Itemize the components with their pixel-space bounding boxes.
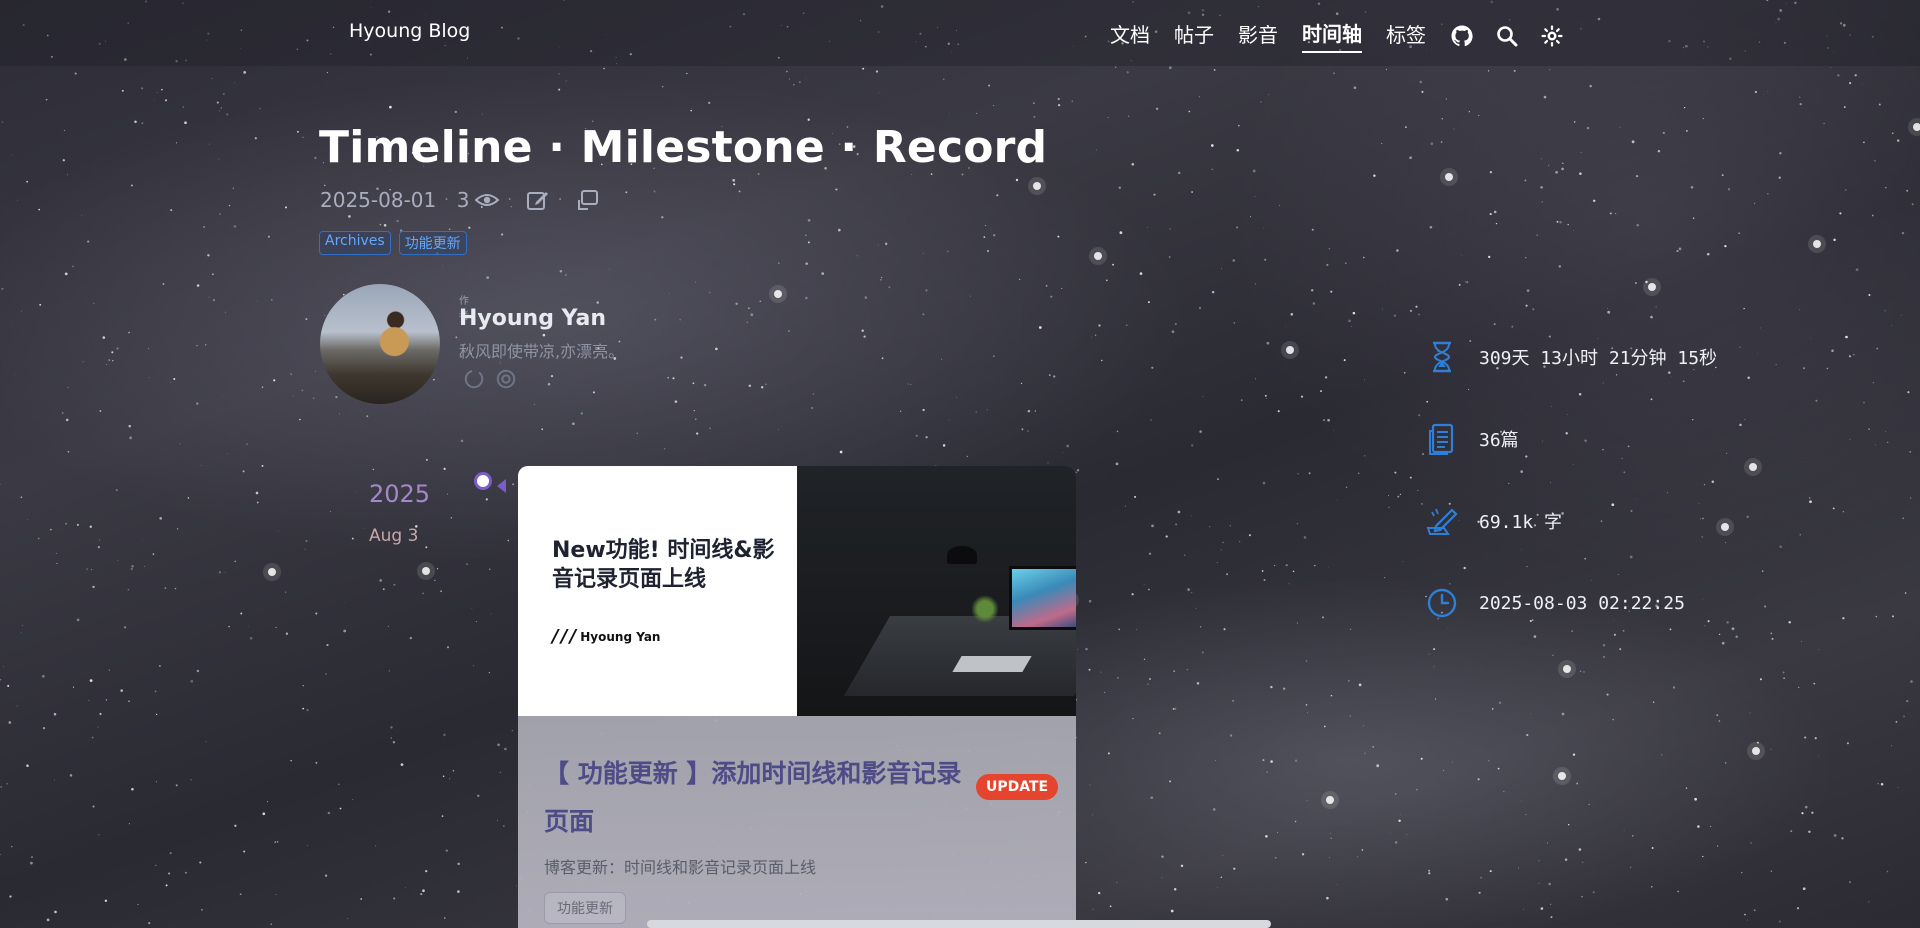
view-count: 3: [456, 188, 470, 212]
post-tags: Archives 功能更新: [319, 231, 475, 255]
share-icon[interactable]: [576, 188, 600, 212]
theme-toggle-icon[interactable]: [1540, 24, 1564, 48]
eye-icon: [475, 190, 500, 210]
horizontal-scrollbar[interactable]: [647, 920, 1271, 928]
timeline-post-card[interactable]: New功能! 时间线&影音记录页面上线 / / / Hyoung Yan 【 功…: [518, 466, 1076, 928]
hourglass-icon: [1425, 340, 1459, 374]
stat-words: 69.1k 字: [1425, 504, 1562, 538]
lamp-shape: [947, 546, 977, 564]
keyboard-shape: [952, 656, 1032, 672]
top-navbar: Hyoung Blog 文档 帖子 影音 时间轴 标签: [0, 0, 1920, 66]
email-icon[interactable]: [495, 368, 517, 390]
stat-time-value: 2025-08-03 02:22:25: [1479, 592, 1685, 614]
author-bio: 秋风即使带凉,亦漂亮。: [459, 342, 625, 361]
nav-link-tags[interactable]: 标签: [1386, 19, 1426, 52]
stat-time: 2025-08-03 02:22:25: [1425, 586, 1685, 620]
plant-shape: [972, 594, 998, 624]
stat-uptime-value: 309天 13小时 21分钟 15秒: [1479, 348, 1718, 369]
card-body: 【 功能更新 】添加时间线和影音记录页面 UPDATE 博客更新：时间线和影音记…: [518, 716, 1076, 928]
github-icon[interactable]: [463, 368, 485, 390]
timeline-pointer: [497, 479, 506, 493]
timeline-date: Aug 3: [369, 526, 419, 546]
timeline-year: 2025: [369, 480, 431, 508]
meta-separator: ·: [444, 192, 449, 208]
author-social-links: [463, 368, 527, 390]
update-badge: UPDATE: [976, 774, 1059, 800]
cover-text-panel: New功能! 时间线&影音记录页面上线 / / / Hyoung Yan: [518, 466, 797, 716]
cover-title: New功能! 时间线&影音记录页面上线: [552, 538, 775, 592]
clock-icon: [1425, 586, 1459, 620]
cover-photo-desk: [797, 466, 1076, 716]
document-icon: [1425, 422, 1459, 456]
cover-brand-name: Hyoung Yan: [580, 629, 661, 644]
nav-link-docs[interactable]: 文档: [1110, 19, 1150, 52]
post-cover-image: New功能! 时间线&影音记录页面上线 / / / Hyoung Yan: [518, 466, 1076, 716]
nav-link-posts[interactable]: 帖子: [1174, 19, 1214, 52]
card-description: 博客更新：时间线和影音记录页面上线: [544, 858, 817, 877]
cover-brand: / / / Hyoung Yan: [552, 626, 660, 647]
site-brand[interactable]: Hyoung Blog: [349, 20, 470, 42]
github-icon[interactable]: [1450, 24, 1474, 48]
card-title[interactable]: 【 功能更新 】添加时间线和影音记录页面: [544, 750, 974, 846]
post-meta: 2025-08-01 · 3 · ·: [320, 188, 600, 212]
brand-logo-icon: / / /: [552, 626, 576, 647]
page-title: Timeline · Milestone · Record: [319, 122, 1048, 173]
stat-posts: 36篇: [1425, 422, 1519, 456]
monitor-shape: [1009, 566, 1076, 630]
tag-archives[interactable]: Archives: [319, 231, 391, 255]
meta-separator: ·: [507, 192, 512, 208]
card-tag[interactable]: 功能更新: [544, 892, 626, 924]
meta-separator: ·: [557, 192, 563, 208]
search-icon[interactable]: [1495, 24, 1519, 48]
writing-icon: [1425, 504, 1459, 538]
timeline-dot: [474, 472, 492, 490]
nav-link-media[interactable]: 影音: [1238, 19, 1278, 52]
post-date: 2025-08-01: [320, 188, 437, 212]
stat-words-value: 69.1k 字: [1479, 512, 1563, 533]
nav-link-timeline[interactable]: 时间轴: [1302, 18, 1362, 53]
author-name[interactable]: Hyoung Yan: [459, 306, 606, 331]
edit-icon[interactable]: [526, 188, 550, 212]
stat-uptime: 309天 13小时 21分钟 15秒: [1425, 340, 1717, 374]
stat-posts-value: 36篇: [1479, 430, 1519, 451]
tag-feature-update[interactable]: 功能更新: [398, 231, 467, 255]
nav-links: 文档 帖子 影音 时间轴 标签: [1110, 18, 1585, 53]
avatar: [320, 284, 440, 404]
